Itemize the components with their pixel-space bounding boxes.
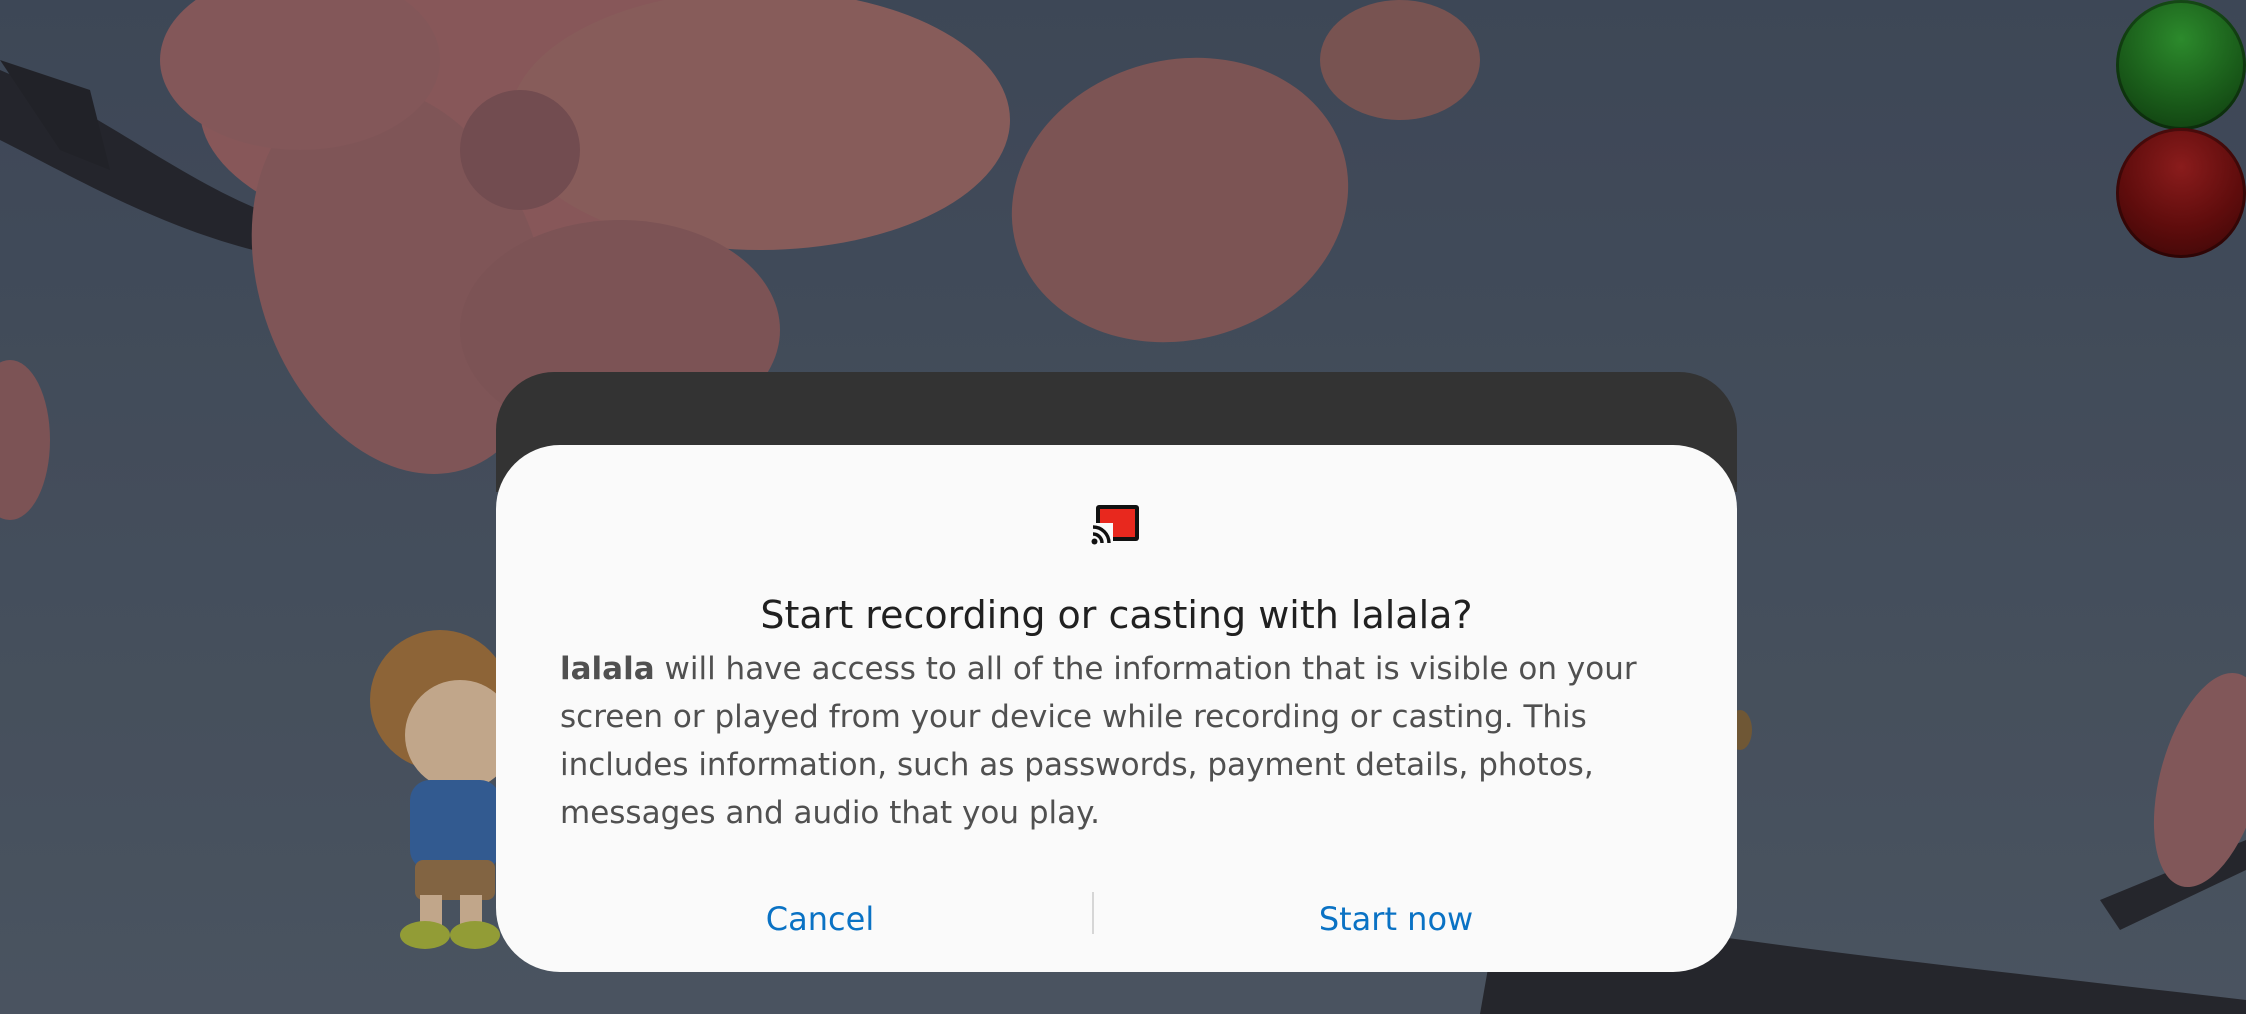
green-button[interactable]	[2116, 0, 2246, 130]
app-name: lalala	[560, 651, 655, 687]
screen-capture-permission-dialog: Start recording or casting with lalala? …	[496, 445, 1737, 972]
dialog-message: lalala will have access to all of the in…	[560, 645, 1680, 837]
dialog-title: Start recording or casting with lalala?	[760, 593, 1473, 637]
start-now-button[interactable]: Start now	[1116, 879, 1676, 959]
action-divider	[1092, 892, 1094, 934]
screen-cast-icon	[1091, 505, 1139, 545]
red-button[interactable]	[2116, 128, 2246, 258]
cancel-button[interactable]: Cancel	[560, 879, 1080, 959]
app-screen: Start recording or casting with lalala? …	[0, 0, 2246, 1014]
message-body: will have access to all of the informati…	[560, 651, 1637, 831]
